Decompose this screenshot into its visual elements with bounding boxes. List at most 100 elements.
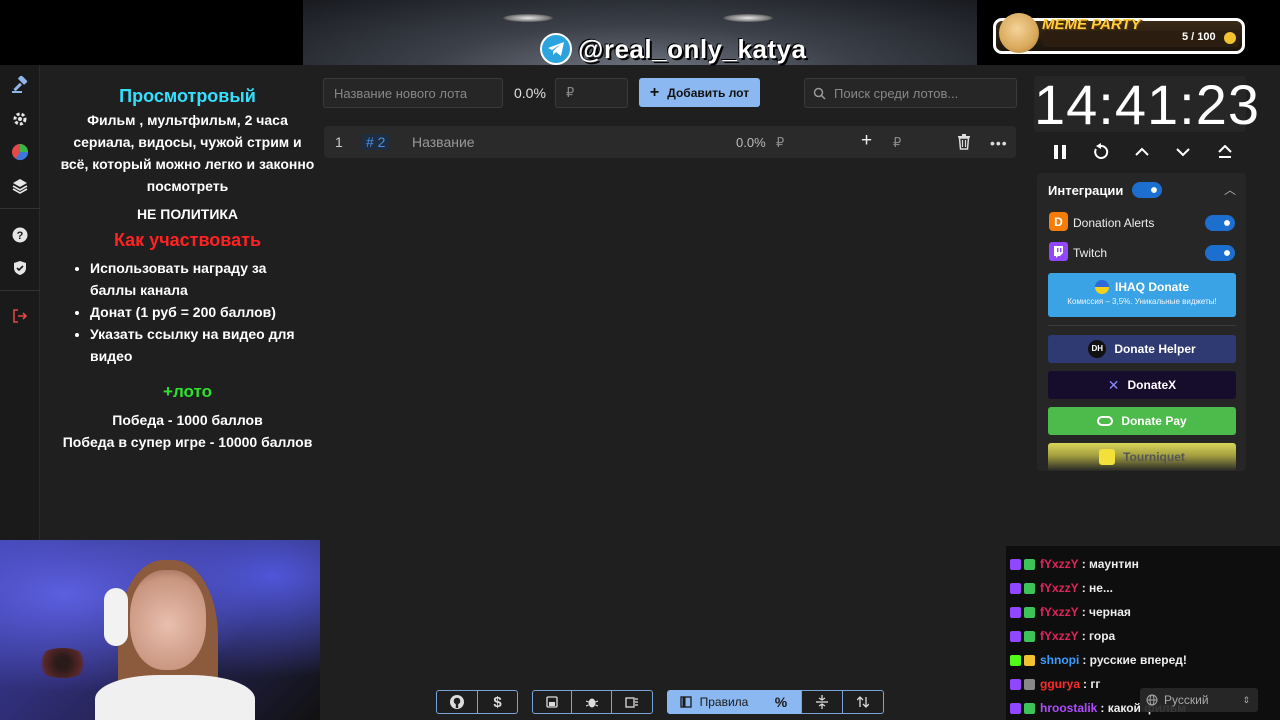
chevron-up-icon[interactable] <box>1131 141 1153 163</box>
language-select[interactable]: Русский ⇕ <box>1140 688 1258 712</box>
chat-username: shnopi <box>1040 653 1080 667</box>
info-panel: Просмотровый Фильм , мультфильм, 2 часа … <box>60 85 315 453</box>
sidebar-divider <box>0 290 40 291</box>
ihaq-subtitle: Комиссия – 3,5%. Уникальные виджеты! <box>1067 297 1217 306</box>
lot-index: 1 <box>335 134 343 150</box>
doge-icon <box>999 13 1039 53</box>
collapse-icon[interactable]: ︿ <box>1224 181 1236 198</box>
tourniquet-label: Tourniquet <box>1123 450 1185 464</box>
coin-icon <box>1224 32 1236 44</box>
chat-text: : маунтин <box>1081 557 1139 571</box>
layers-icon[interactable] <box>10 176 30 196</box>
trash-icon[interactable] <box>957 134 971 155</box>
donate-button[interactable]: $ <box>477 690 518 714</box>
globe-icon <box>1146 694 1158 706</box>
github-icon <box>450 695 464 709</box>
telegram-icon <box>540 33 572 65</box>
donate-pay-button[interactable]: Donate Pay <box>1048 407 1236 435</box>
github-button[interactable] <box>436 690 478 714</box>
chat-text: : не... <box>1081 581 1113 595</box>
donatex-icon: ✕ <box>1107 376 1120 393</box>
search-input[interactable]: Поиск среди лотов... <box>804 78 1017 108</box>
save-icon <box>546 696 558 708</box>
chat-text: : гора <box>1081 629 1116 643</box>
lot-name[interactable]: Название <box>412 134 475 150</box>
book-icon <box>679 696 692 708</box>
list-item: Донат (1 руб = 200 баллов) <box>90 301 315 323</box>
shield-icon[interactable] <box>10 258 30 278</box>
help-icon[interactable]: ? <box>10 225 30 245</box>
chat-text: : черная <box>1081 605 1131 619</box>
add-lot-button[interactable]: + Добавить лот <box>639 78 760 107</box>
timer-display: 14:41:23 <box>1034 73 1260 136</box>
percent-toggle-button[interactable]: % <box>760 690 802 714</box>
dollar-icon: $ <box>493 693 502 711</box>
donate-helper-button[interactable]: DH Donate Helper <box>1048 335 1236 363</box>
bug-report-button[interactable] <box>571 690 612 714</box>
win-2: Победа в супер игре - 10000 баллов <box>62 434 313 450</box>
donate-pay-icon <box>1097 416 1114 426</box>
chat-username: fYxzzY <box>1040 629 1079 643</box>
meme-party-title: MEME PARTY <box>1042 16 1141 33</box>
logout-icon[interactable] <box>10 306 30 326</box>
total-percent: 0.0% <box>514 85 546 101</box>
gift-badge-icon <box>1024 678 1035 690</box>
donatex-button[interactable]: ✕ DonateX <box>1048 371 1236 399</box>
win-1: Победа - 1000 баллов <box>112 412 263 428</box>
info-description: Фильм , мультфильм, 2 часа сериала, видо… <box>60 112 315 194</box>
gavel-icon[interactable] <box>10 75 30 95</box>
clear-button[interactable] <box>611 690 653 714</box>
integrations-title: Интеграции <box>1048 183 1124 198</box>
save-button[interactable] <box>532 690 572 714</box>
chat-message: fYxzzY : гора <box>1010 625 1115 647</box>
rules-button[interactable]: Правила <box>667 690 761 714</box>
collapse-vertical-icon <box>816 695 828 709</box>
lot-row: 1 # 2 Название 0.0% ₽ + ₽ ••• <box>324 126 1016 158</box>
lot-amount-input[interactable]: ₽ <box>555 78 628 108</box>
chat-username: fYxzzY <box>1040 581 1079 595</box>
sort-button[interactable] <box>842 690 884 714</box>
lot-name-input[interactable]: Название нового лота <box>323 78 503 108</box>
donate-helper-icon: DH <box>1088 340 1107 358</box>
add-amount-input[interactable]: ₽ <box>893 135 901 151</box>
chat-username: hroostalik <box>1040 701 1098 715</box>
trash-sweep-icon <box>625 697 638 708</box>
donation-alerts-toggle[interactable] <box>1205 215 1235 231</box>
lot-percent: 0.0% <box>736 135 766 150</box>
ihaq-donate-button[interactable]: IHAQ Donate Комиссия – 3,5%. Уникальные … <box>1048 273 1236 317</box>
select-arrows-icon: ⇕ <box>1242 694 1250 705</box>
twitch-label: Twitch <box>1073 246 1108 260</box>
lot-amount[interactable]: ₽ <box>776 135 784 151</box>
divider <box>1048 325 1236 326</box>
chat-username: ggurya <box>1040 677 1081 691</box>
how-list: Использовать награду за баллы канала Дон… <box>60 257 315 367</box>
double-up-icon[interactable] <box>1214 141 1236 163</box>
twitch-badge-icon <box>1010 702 1021 714</box>
lot-id: # 2 <box>362 134 390 150</box>
list-item: Указать ссылку на видео для видео <box>90 323 315 367</box>
split-button[interactable] <box>801 690 843 714</box>
streamer-face <box>130 570 206 670</box>
tourniquet-button[interactable]: Tourniquet <box>1048 443 1236 471</box>
add-amount-icon[interactable]: + <box>861 130 872 152</box>
webcam-feed <box>0 540 320 720</box>
more-icon[interactable]: ••• <box>990 135 1008 151</box>
search-placeholder: Поиск среди лотов... <box>834 85 959 101</box>
search-icon <box>813 87 826 100</box>
donate-helper-label: Donate Helper <box>1114 342 1196 356</box>
twitch-badge-icon <box>1010 678 1021 690</box>
chat-message: ggurya : гг <box>1010 673 1100 695</box>
pie-chart-icon[interactable] <box>10 142 30 162</box>
integrations-toggle[interactable] <box>1132 182 1162 198</box>
chat-username: fYxzzY <box>1040 605 1079 619</box>
twitch-toggle[interactable] <box>1205 245 1235 261</box>
chevron-down-icon[interactable] <box>1172 141 1194 163</box>
gear-icon[interactable] <box>10 109 30 129</box>
sidebar-divider <box>0 208 40 209</box>
reset-icon[interactable] <box>1090 141 1112 163</box>
meme-party-count: 5 / 100 <box>1182 31 1216 43</box>
pause-icon[interactable] <box>1049 141 1071 163</box>
plus-icon: + <box>649 83 660 101</box>
list-item: Использовать награду за баллы канала <box>90 257 315 301</box>
donate-pay-label: Donate Pay <box>1121 414 1187 428</box>
